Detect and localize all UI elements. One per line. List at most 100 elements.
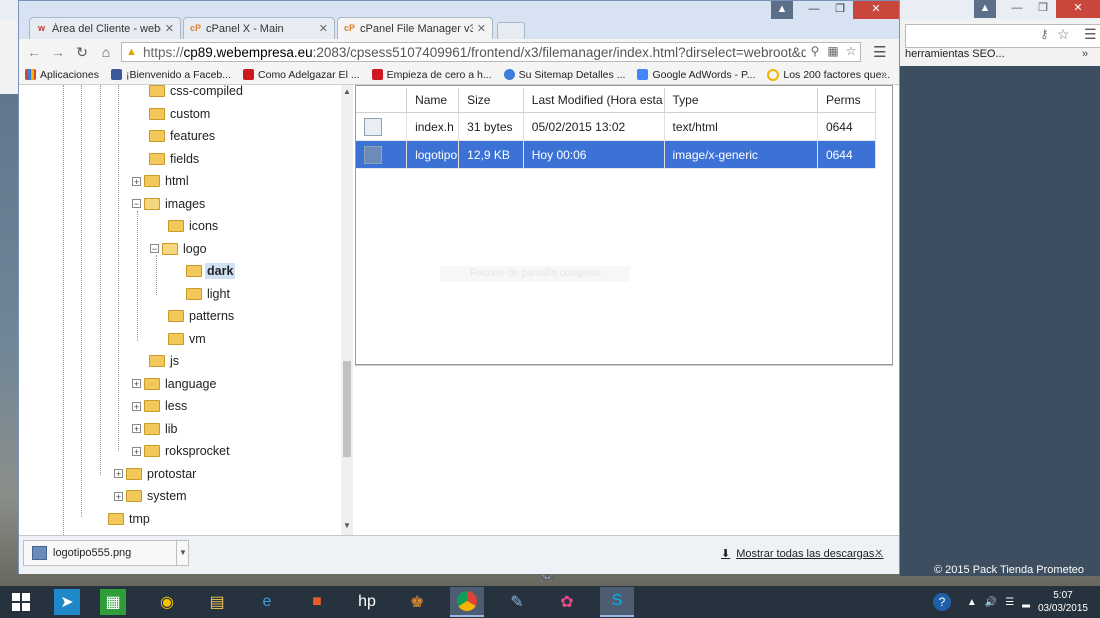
chrome-icon[interactable] <box>450 587 484 617</box>
file-explorer-icon[interactable]: ▤ <box>200 587 234 617</box>
signal-icon[interactable]: ▂ <box>1022 597 1030 608</box>
tree-node-tmp[interactable]: tmp <box>96 510 152 528</box>
internet-explorer-icon[interactable]: e <box>250 587 284 617</box>
tree-node-lib[interactable]: + lib <box>132 420 180 438</box>
windows-start-icon[interactable] <box>4 587 38 617</box>
close-download-bar-icon[interactable]: × <box>875 545 883 560</box>
expand-icon[interactable]: + <box>132 176 141 186</box>
translate-icon[interactable]: ▦ <box>824 44 842 58</box>
tab-close-icon[interactable]: ✕ <box>477 22 486 35</box>
bookmark-apps[interactable]: Aplicaciones <box>25 69 99 81</box>
tree-node-vm[interactable]: vm <box>156 330 208 348</box>
bookmark-empieza[interactable]: Empieza de cero a h... <box>371 69 492 81</box>
scrollbar-thumb[interactable] <box>343 361 351 457</box>
rocket-icon[interactable]: ➤ <box>54 589 80 615</box>
tree-node-css-compiled[interactable]: css-compiled <box>137 85 245 100</box>
tree-node-less[interactable]: + less <box>132 397 189 415</box>
file-row-logotipo[interactable]: logotipo 12,9 KB Hoy 00:06 image/x-gener… <box>356 140 877 169</box>
tree-node-language[interactable]: + language <box>132 375 218 393</box>
back-icon[interactable]: ← <box>25 43 43 61</box>
scroll-down-icon[interactable]: ▼ <box>343 521 351 530</box>
scroll-up-icon[interactable]: ▲ <box>343 87 351 96</box>
home-icon[interactable]: ⌂ <box>97 43 115 61</box>
tree-node-features[interactable]: features <box>137 127 217 145</box>
chevron-down-icon[interactable]: ▼ <box>176 540 189 566</box>
user-icon[interactable]: ▲ <box>974 0 996 18</box>
column-type[interactable]: Type <box>664 88 818 113</box>
volume-muted-icon[interactable]: 🔊 <box>985 597 997 608</box>
close-icon[interactable]: ✕ <box>1056 0 1100 18</box>
tree-node-logo[interactable]: − logo <box>150 240 209 258</box>
tray-arrow-icon[interactable]: ▲ <box>967 597 977 608</box>
skype-icon[interactable]: S <box>600 587 634 617</box>
close-icon[interactable]: ✕ <box>853 1 899 19</box>
minimize-icon[interactable]: — <box>801 1 827 19</box>
maximize-icon[interactable]: ❐ <box>1030 0 1056 18</box>
key-icon[interactable]: ⚷ <box>1040 27 1049 41</box>
help-icon[interactable]: ? <box>932 593 951 611</box>
address-bar[interactable]: ▲ https://cp89.webempresa.eu:2083/cpsess… <box>121 42 861 62</box>
column-name[interactable]: Name <box>406 88 460 113</box>
clock[interactable]: 5:07 03/03/2015 <box>1038 589 1088 615</box>
expand-icon[interactable]: + <box>114 491 123 501</box>
expand-icon[interactable]: + <box>132 401 141 411</box>
pinwheel-icon[interactable]: ✿ <box>550 587 584 617</box>
bookmark-facebook[interactable]: ¡Bienvenido a Faceb... <box>110 69 231 81</box>
media-icon[interactable]: ◉ <box>150 587 184 617</box>
tree-node-icons[interactable]: icons <box>156 217 220 235</box>
column-modified[interactable]: Last Modified (Hora esta <box>523 88 665 113</box>
expand-icon[interactable]: + <box>132 424 141 434</box>
tree-node-images[interactable]: − images <box>132 195 207 213</box>
store-icon[interactable]: ▦ <box>100 589 126 615</box>
tree-node-system[interactable]: + system <box>114 487 189 505</box>
column-perms[interactable]: Perms <box>817 88 877 113</box>
tree-node-fields[interactable]: fields <box>137 150 201 168</box>
zoom-icon[interactable]: ⚲ <box>806 44 824 58</box>
tree-node-protostar[interactable]: + protostar <box>114 465 198 483</box>
star-icon[interactable]: ☆ <box>1057 26 1070 43</box>
show-all-downloads-link[interactable]: ⬇ Mostrar todas las descargas... <box>721 547 884 561</box>
tab-cpanel-main[interactable]: cP cPanel X - Main ✕ <box>183 17 335 39</box>
collapse-icon[interactable]: − <box>132 199 141 209</box>
reload-icon[interactable]: ↻ <box>73 43 91 61</box>
tree-scrollbar[interactable]: ▲ ▼ <box>341 85 353 535</box>
background-omnibox[interactable]: ⚷ ☆ ☰ <box>905 24 1100 48</box>
tree-node-patterns[interactable]: patterns <box>156 307 236 325</box>
star-icon[interactable]: ☆ <box>842 44 860 58</box>
column-size[interactable]: Size <box>458 88 524 113</box>
bookmark-adelgazar[interactable]: Como Adelgazar El ... <box>243 69 360 81</box>
file-row-index[interactable]: index.h 31 bytes 05/02/2015 13:02 text/h… <box>356 112 877 141</box>
tree-node-js[interactable]: js <box>137 352 181 370</box>
game-icon[interactable]: ♚ <box>400 587 434 617</box>
bookmark-200-factores[interactable]: Los 200 factores que... <box>767 68 890 81</box>
expand-icon[interactable]: + <box>114 469 123 479</box>
background-bookmarks-more[interactable]: » <box>1082 48 1088 60</box>
menu-icon[interactable]: ☰ <box>873 43 886 61</box>
forward-icon[interactable]: → <box>49 43 67 61</box>
lock-warning-icon[interactable]: ▲ <box>126 46 140 58</box>
tab-area-cliente[interactable]: w Área del Cliente - webempr ✕ <box>29 17 181 39</box>
network-icon[interactable]: ☰ <box>1005 597 1014 608</box>
tree-node-roksprocket[interactable]: + roksprocket <box>132 442 232 460</box>
tree-node-light[interactable]: light <box>174 285 232 303</box>
tree-node-dark[interactable]: dark <box>174 262 236 280</box>
background-bookmark[interactable]: herramientas SEO... <box>905 48 1005 60</box>
new-tab-button[interactable] <box>497 22 525 40</box>
user-icon[interactable]: ▲ <box>771 1 793 19</box>
collapse-icon[interactable]: − <box>150 244 159 254</box>
expand-icon[interactable]: + <box>132 446 141 456</box>
tab-close-icon[interactable]: ✕ <box>165 22 174 35</box>
download-item[interactable]: logotipo555.png ▼ <box>23 540 189 566</box>
maximize-icon[interactable]: ❐ <box>827 1 853 19</box>
tree-node-custom[interactable]: custom <box>137 105 212 123</box>
tab-close-icon[interactable]: ✕ <box>319 22 328 35</box>
menu-icon[interactable]: ☰ <box>1084 26 1097 43</box>
hp-icon[interactable]: hp <box>350 587 384 617</box>
tab-file-manager[interactable]: cP cPanel File Manager v3 ✕ <box>337 17 493 39</box>
bookmarks-more[interactable]: » <box>881 68 887 80</box>
photo-app-icon[interactable]: ■ <box>300 587 334 617</box>
paint-icon[interactable]: ✎ <box>500 587 534 617</box>
tree-node-html[interactable]: + html <box>132 172 191 190</box>
expand-icon[interactable]: + <box>132 379 141 389</box>
bookmark-sitemap[interactable]: Su Sitemap Detalles ... <box>503 69 625 81</box>
